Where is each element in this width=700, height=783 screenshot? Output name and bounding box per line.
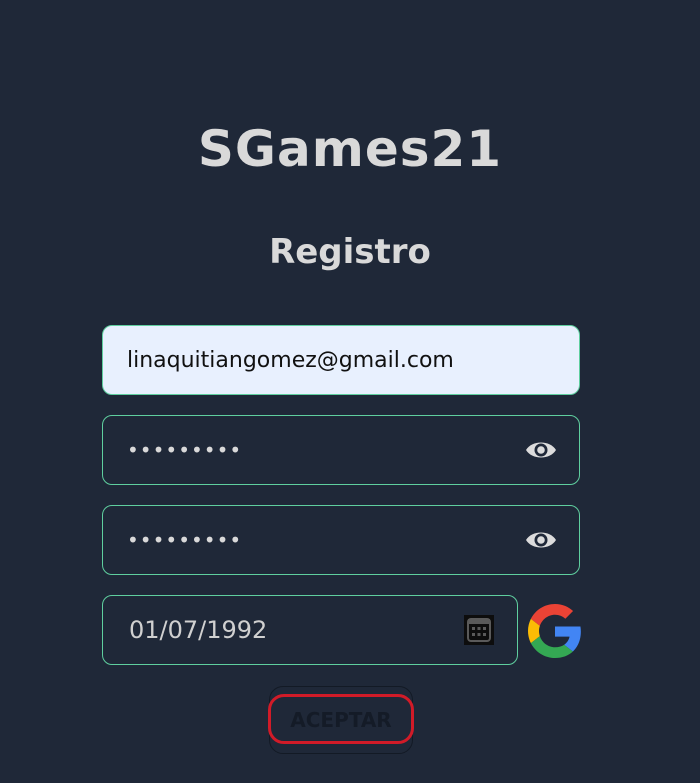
password-field — [102, 415, 580, 485]
calendar-button[interactable] — [463, 614, 495, 646]
google-icon — [528, 604, 581, 658]
confirm-password-field — [102, 505, 580, 575]
google-signin-button[interactable] — [528, 604, 582, 658]
password-eye-icon[interactable] — [521, 430, 561, 470]
confirm-password-eye-icon[interactable] — [521, 520, 561, 560]
accept-button[interactable]: ACEPTAR — [269, 686, 413, 754]
registration-page: SGames21 Registro linaquitiangomez@gmail… — [0, 0, 700, 783]
page-heading: Registro — [269, 232, 431, 272]
birthdate-field — [102, 595, 518, 665]
calendar-icon — [464, 615, 494, 645]
birthdate-input[interactable] — [103, 596, 463, 664]
confirm-password-input[interactable] — [103, 506, 521, 574]
email-field — [102, 325, 580, 395]
app-title: SGames21 — [197, 120, 503, 178]
email-input[interactable] — [103, 326, 579, 394]
eye-icon — [526, 442, 556, 458]
password-input[interactable] — [103, 416, 521, 484]
eye-icon — [526, 532, 556, 548]
